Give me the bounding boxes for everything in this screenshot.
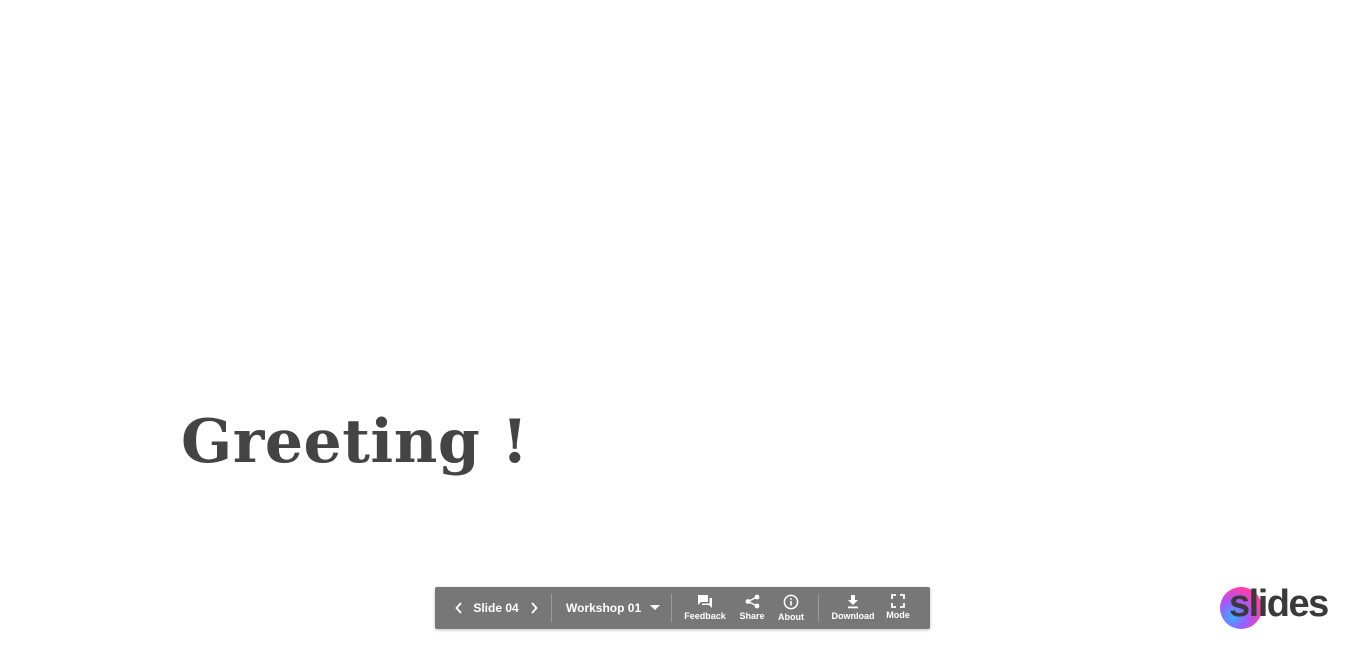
toolbar-divider <box>551 594 552 622</box>
about-label: About <box>778 612 804 622</box>
previous-slide-button[interactable] <box>450 587 468 629</box>
toolbar-divider <box>671 594 672 622</box>
feedback-label: Feedback <box>684 611 726 621</box>
caret-down-icon <box>650 605 661 610</box>
slides-logo[interactable]: slides <box>1220 583 1329 630</box>
mode-label: Mode <box>886 610 910 620</box>
logo-wordmark: slides <box>1229 583 1329 625</box>
mode-button[interactable]: Mode <box>882 587 914 629</box>
chat-icon <box>698 595 712 608</box>
presentation-stage: Greeting ! Slide 04 Workshop 01 Feedback… <box>0 0 1366 657</box>
deck-name-label: Workshop 01 <box>566 601 642 615</box>
download-icon <box>848 595 858 609</box>
info-icon <box>783 594 799 610</box>
share-icon <box>745 594 759 609</box>
share-label: Share <box>739 611 765 621</box>
chevron-left-icon <box>455 602 462 614</box>
download-button[interactable]: Download <box>828 587 878 629</box>
download-label: Download <box>831 611 875 621</box>
slide-title: Greeting ! <box>181 407 529 477</box>
presentation-toolbar: Slide 04 Workshop 01 Feedback Share Abou… <box>435 587 930 629</box>
next-slide-button[interactable] <box>525 587 543 629</box>
current-slide-label: Slide 04 <box>473 601 519 615</box>
toolbar-divider <box>818 594 819 622</box>
share-button[interactable]: Share <box>733 587 771 629</box>
current-slide-indicator[interactable]: Slide 04 <box>471 587 521 629</box>
deck-selector-dropdown[interactable]: Workshop 01 <box>562 587 662 629</box>
chevron-right-icon <box>531 602 538 614</box>
fullscreen-icon <box>891 594 905 608</box>
feedback-button[interactable]: Feedback <box>681 587 729 629</box>
about-button[interactable]: About <box>773 587 809 629</box>
